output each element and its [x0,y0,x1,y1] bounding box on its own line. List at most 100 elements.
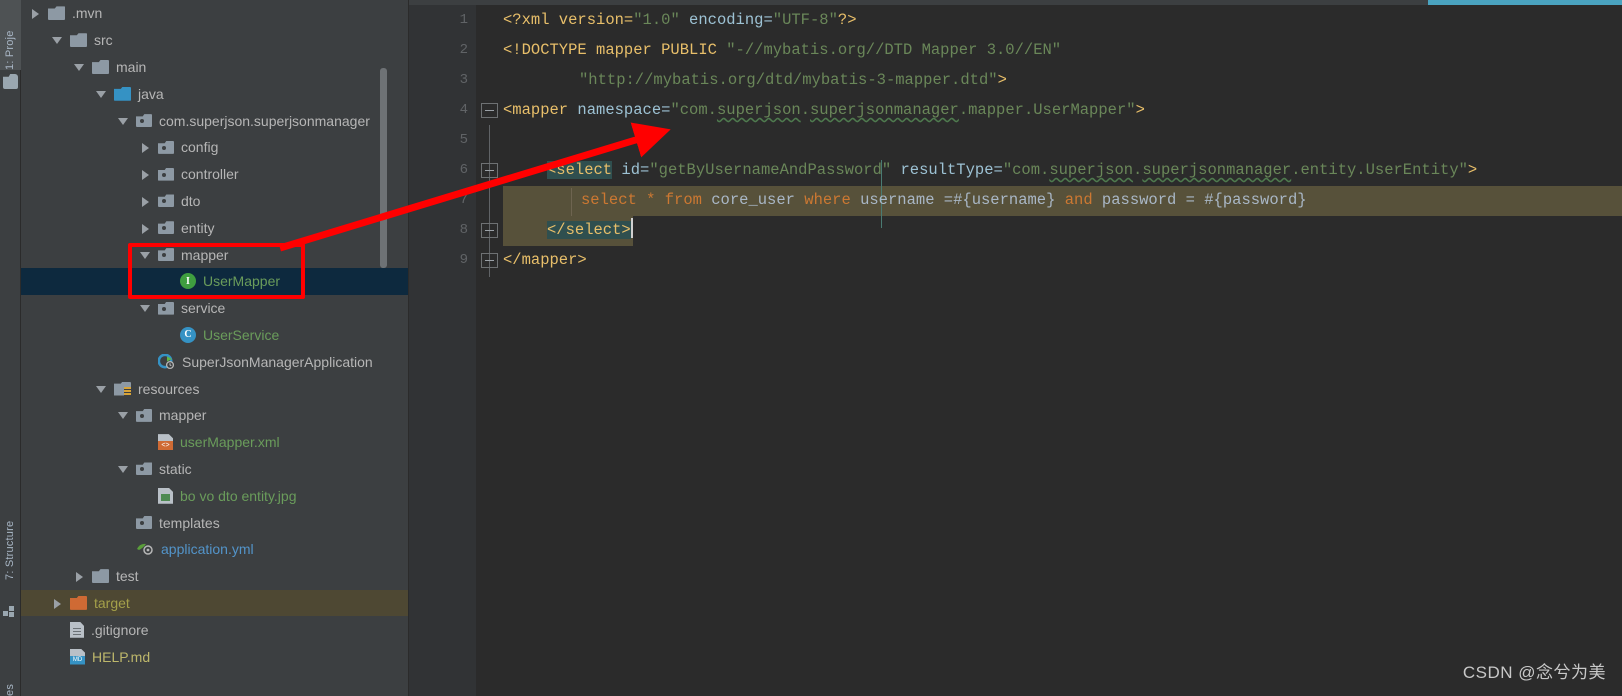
tree-item-label: userMapper.xml [180,434,280,451]
tree-item-mapper[interactable]: mapper [21,402,409,429]
line-number: 9 [459,252,468,268]
code-token: > [1135,101,1145,119]
code-folding-column[interactable] [477,5,503,696]
code-token: > [1467,161,1478,179]
tree-item-superjsonmanagerapplication[interactable]: SuperJsonManagerApplication [21,348,409,375]
chevron-right-icon[interactable] [139,194,153,208]
chevron-down-icon[interactable] [117,408,131,422]
code-line-4: <mapper namespace="com.superjson.superjs… [503,95,1145,125]
xml-file-icon [158,434,173,451]
tree-item-label: UserService [203,326,280,343]
tree-item--mvn[interactable]: .mvn [21,0,409,27]
line-number: 4 [459,102,468,118]
chevron-down-icon[interactable] [139,301,153,315]
tree-item-config[interactable]: config [21,134,409,161]
tree-item-target[interactable]: target [21,589,409,617]
tree-item-resources[interactable]: resources [21,375,409,402]
tree-item-userservice[interactable]: C UserService [21,322,409,349]
tree-item-label: SuperJsonManagerApplication [182,353,373,370]
chevron-right-icon[interactable] [51,596,65,610]
tree-item-usermapper[interactable]: I UserMapper [21,267,409,295]
code-token: "http://mybatis.org/dtd/mybatis-3-mapper… [579,71,998,89]
code-token: password = #{password} [1092,191,1307,209]
chevron-down-icon[interactable] [73,60,87,74]
source-folder-icon [114,86,131,101]
chevron-right-icon[interactable] [73,569,87,583]
code-token: * [636,191,665,209]
code-line-2: <!DOCTYPE mapper PUBLIC "-//mybatis.org/… [503,35,1061,65]
folder-icon [92,569,109,584]
tree-item-label: target [94,594,130,611]
sidebar-scrollbar[interactable] [380,68,387,268]
tool-button-project[interactable]: 1: Proje [0,0,21,70]
code-token: "-//mybatis.org//DTD Mapper 3.0//EN" [726,41,1062,59]
tree-item-label: static [159,460,192,477]
tool-window-strip: 1: Proje 7: Structure es [0,0,21,696]
line-number-gutter: 1 2 3 4 5 6 7 8 9 [409,5,477,696]
tree-item-label: com.superjson.superjsonmanager [159,112,370,129]
tree-item-entity[interactable]: entity [21,214,409,241]
tree-item-usermapper-xml[interactable]: userMapper.xml [21,429,409,456]
tree-item-help-md[interactable]: HELP.md [21,643,409,670]
code-editor[interactable]: 123456789 <?xml version="1.0" encoding="… [409,0,1622,696]
tree-item-label: .gitignore [91,621,149,638]
chevron-down-icon[interactable] [117,114,131,128]
tree-item-test[interactable]: test [21,563,409,590]
tree-item-controller[interactable]: controller [21,161,409,188]
tree-item-application-yml[interactable]: application.yml [21,536,409,563]
line-number: 5 [459,132,468,148]
code-token: and [1064,191,1093,209]
tree-item-main[interactable]: main [21,54,409,81]
code-token-spellcheck: superjson [1049,161,1134,179]
tree-item-service[interactable]: service [21,295,409,322]
interface-icon: I [180,273,196,290]
chevron-down-icon[interactable] [95,382,109,396]
chevron-right-icon[interactable] [139,221,153,235]
tree-item-static[interactable]: static [21,456,409,483]
image-file-icon [158,487,173,504]
chevron-down-icon[interactable] [51,33,65,47]
tree-item-label: mapper [159,407,207,424]
tree-item-src[interactable]: src [21,27,409,54]
fold-marker-mapper[interactable] [481,103,498,118]
fold-marker-select-open[interactable] [481,163,498,178]
package-folder-icon [158,301,174,315]
code-line-3: "http://mybatis.org/dtd/mybatis-3-mapper… [579,65,1007,95]
tree-item-label: service [181,300,226,317]
tree-item-label: resources [138,380,200,397]
chevron-right-icon[interactable] [29,6,43,20]
fold-marker-mapper-close[interactable] [481,253,498,268]
tree-item-label: java [138,85,164,102]
folder-icon [70,33,87,48]
chevron-down-icon[interactable] [95,87,109,101]
tree-item-dto[interactable]: dto [21,188,409,215]
tree-item-label: controller [181,166,239,183]
package-folder-icon [136,516,152,530]
code-token: where [804,191,851,209]
code-token: "1.0" [633,11,680,29]
tree-item-java[interactable]: java [21,80,409,107]
tree-item-bo-vo-dto-entity-jpg[interactable]: bo vo dto entity.jpg [21,482,409,509]
chevron-right-icon[interactable] [139,140,153,154]
code-text-area[interactable]: <?xml version="1.0" encoding="UTF-8"?> <… [503,5,1622,696]
tool-button-structure[interactable]: 7: Structure [0,500,21,580]
package-folder-icon [136,408,152,422]
code-token: .entity.UserEntity" [1291,161,1468,179]
tree-item--gitignore[interactable]: .gitignore [21,616,409,643]
code-token: . [800,101,810,119]
tree-item-label: entity [181,219,215,236]
fold-marker-select-close[interactable] [481,223,498,238]
line-number: 7 [459,192,468,208]
chevron-down-icon[interactable] [139,248,153,262]
tool-button-favorites[interactable]: es [0,640,21,696]
tree-item-mapper[interactable]: mapper [21,241,409,268]
tree-item-com-superjson-superjsonmanager[interactable]: com.superjson.superjsonmanager [21,107,409,134]
chevron-down-icon[interactable] [117,462,131,476]
ide-window: 1: Proje 7: Structure es .mvn src main java… [0,0,1622,696]
chevron-right-icon[interactable] [139,167,153,181]
project-tree[interactable]: .mvn src main java com.superjson.superjsonma… [21,0,409,696]
tree-item-templates[interactable]: templates [21,509,409,536]
code-token: "UTF-8" [772,11,838,29]
